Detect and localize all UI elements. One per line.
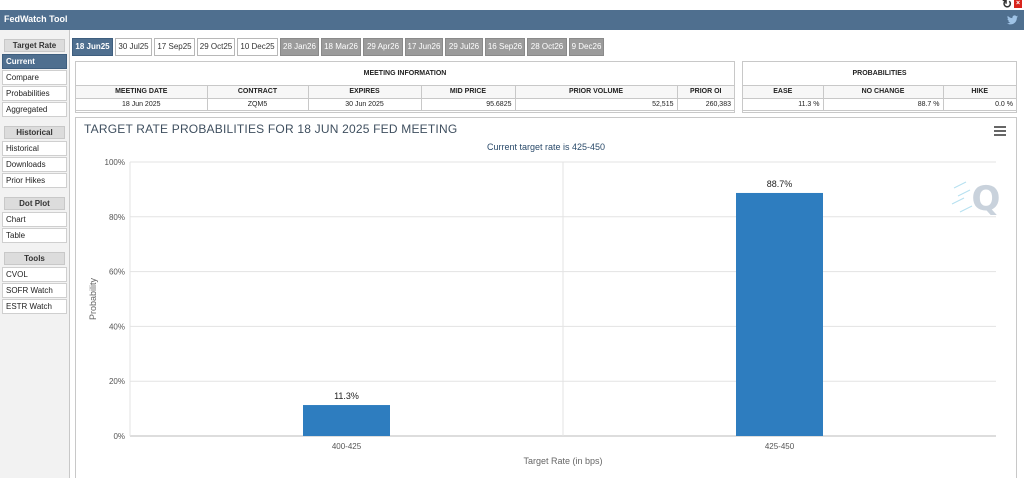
meeting-info-table: MEETING DATE CONTRACT EXPIRES MID PRICE … xyxy=(76,86,734,111)
sidebar-item-historical[interactable]: Historical xyxy=(2,141,67,156)
sidebar: Target Rate Current Compare Probabilitie… xyxy=(0,30,70,478)
tab-meeting-1[interactable]: 18 Jun25 xyxy=(72,38,113,56)
probabilities-table: EASE NO CHANGE HIKE 11.3 % 88.7 % 0.0 % xyxy=(743,86,1016,111)
tab-meeting-10[interactable]: 29 Jul26 xyxy=(445,38,483,56)
top-strip: ↻ × xyxy=(0,0,1024,11)
bar-value-label: 11.3% xyxy=(334,391,359,401)
prior-oi-cell: 260,383 xyxy=(677,98,734,111)
tab-meeting-11[interactable]: 16 Sep26 xyxy=(485,38,525,56)
table-header-row: EASE NO CHANGE HIKE xyxy=(743,86,1016,99)
expires-cell: 30 Jun 2025 xyxy=(308,98,422,111)
column-header: CONTRACT xyxy=(207,86,309,99)
app-title: FedWatch Tool xyxy=(4,14,68,24)
y-tick-label: 40% xyxy=(109,322,125,331)
tab-meeting-4[interactable]: 29 Oct25 xyxy=(197,38,235,56)
sidebar-item-prior-hikes[interactable]: Prior Hikes xyxy=(2,173,67,188)
contract-cell: ZQM5 xyxy=(207,98,309,111)
sidebar-item-table[interactable]: Table xyxy=(2,228,67,243)
y-tick-label: 80% xyxy=(109,213,125,222)
y-tick-label: 20% xyxy=(109,377,125,386)
probabilities-panel: PROBABILITIES EASE NO CHANGE HIKE 11.3 %… xyxy=(742,61,1017,113)
sidebar-item-sofr-watch[interactable]: SOFR Watch xyxy=(2,283,67,298)
tab-meeting-8[interactable]: 29 Apr26 xyxy=(363,38,403,56)
meeting-info-title: MEETING INFORMATION xyxy=(76,62,734,86)
table-row: 11.3 % 88.7 % 0.0 % xyxy=(743,98,1016,111)
sidebar-item-compare[interactable]: Compare xyxy=(2,70,67,85)
twitter-icon[interactable] xyxy=(1007,15,1018,25)
y-tick-label: 60% xyxy=(109,268,125,277)
tab-meeting-7[interactable]: 18 Mar26 xyxy=(321,38,361,56)
x-tick-label: 425-450 xyxy=(765,442,795,451)
tab-meeting-9[interactable]: 17 Jun26 xyxy=(405,38,443,56)
close-icon[interactable]: × xyxy=(1014,0,1022,8)
table-row: 18 Jun 2025 ZQM5 30 Jun 2025 95.6825 52,… xyxy=(76,98,734,111)
sidebar-item-cvol[interactable]: CVOL xyxy=(2,267,67,282)
x-axis-title: Target Rate (in bps) xyxy=(523,456,602,466)
column-header: PRIOR VOLUME xyxy=(515,86,678,99)
probabilities-title: PROBABILITIES xyxy=(743,62,1016,86)
table-header-row: MEETING DATE CONTRACT EXPIRES MID PRICE … xyxy=(76,86,734,99)
sidebar-heading-dot-plot: Dot Plot xyxy=(4,197,65,210)
sidebar-item-estr-watch[interactable]: ESTR Watch xyxy=(2,299,67,314)
column-header: MID PRICE xyxy=(421,86,516,99)
tab-meeting-3[interactable]: 17 Sep25 xyxy=(154,38,195,56)
sidebar-item-chart[interactable]: Chart xyxy=(2,212,67,227)
column-header: EASE xyxy=(743,86,824,99)
svg-text:Q: Q xyxy=(972,179,1001,219)
column-header: EXPIRES xyxy=(308,86,422,99)
tab-meeting-5[interactable]: 10 Dec25 xyxy=(237,38,278,56)
sidebar-item-current[interactable]: Current xyxy=(2,54,67,69)
tab-meeting-2[interactable]: 30 Jul25 xyxy=(115,38,152,56)
sidebar-item-probabilities[interactable]: Probabilities xyxy=(2,86,67,101)
bar xyxy=(303,405,390,436)
tab-meeting-6[interactable]: 28 Jan26 xyxy=(280,38,319,56)
bar xyxy=(736,192,823,436)
ease-cell: 11.3 % xyxy=(743,98,824,111)
sidebar-item-aggregated[interactable]: Aggregated xyxy=(2,102,67,117)
hike-cell: 0.0 % xyxy=(943,98,1016,111)
column-header: PRIOR OI xyxy=(677,86,734,99)
tab-meeting-12[interactable]: 28 Oct26 xyxy=(527,38,567,56)
y-tick-label: 100% xyxy=(105,158,125,167)
cme-watermark-logo: Q xyxy=(951,179,1001,219)
sidebar-heading-target-rate: Target Rate xyxy=(4,39,65,52)
sidebar-heading-historical: Historical xyxy=(4,126,65,139)
prior-volume-cell: 52,515 xyxy=(515,98,678,111)
mid-price-cell: 95.6825 xyxy=(421,98,516,111)
column-header: HIKE xyxy=(943,86,1016,99)
y-tick-label: 0% xyxy=(113,432,125,441)
sidebar-heading-tools: Tools xyxy=(4,252,65,265)
meeting-info-panel: MEETING INFORMATION MEETING DATE CONTRAC… xyxy=(75,61,735,113)
x-tick-label: 400-425 xyxy=(332,442,362,451)
no-change-cell: 88.7 % xyxy=(823,98,944,111)
meeting-date-cell: 18 Jun 2025 xyxy=(76,98,208,111)
y-axis-title: Probability xyxy=(88,277,98,320)
sidebar-item-downloads[interactable]: Downloads xyxy=(2,157,67,172)
bar-chart: 0% 20% 40% 60% 80% 100% 11.3% 400-425 88.7% 425-4… xyxy=(88,158,1001,466)
bar-value-label: 88.7% xyxy=(767,179,793,189)
column-header: NO CHANGE xyxy=(823,86,944,99)
column-header: MEETING DATE xyxy=(76,86,208,99)
tab-meeting-13[interactable]: 9 Dec26 xyxy=(569,38,604,56)
chart-panel: TARGET RATE PROBABILITIES FOR 18 JUN 202… xyxy=(75,117,1017,478)
title-bar: FedWatch Tool xyxy=(0,10,1024,30)
